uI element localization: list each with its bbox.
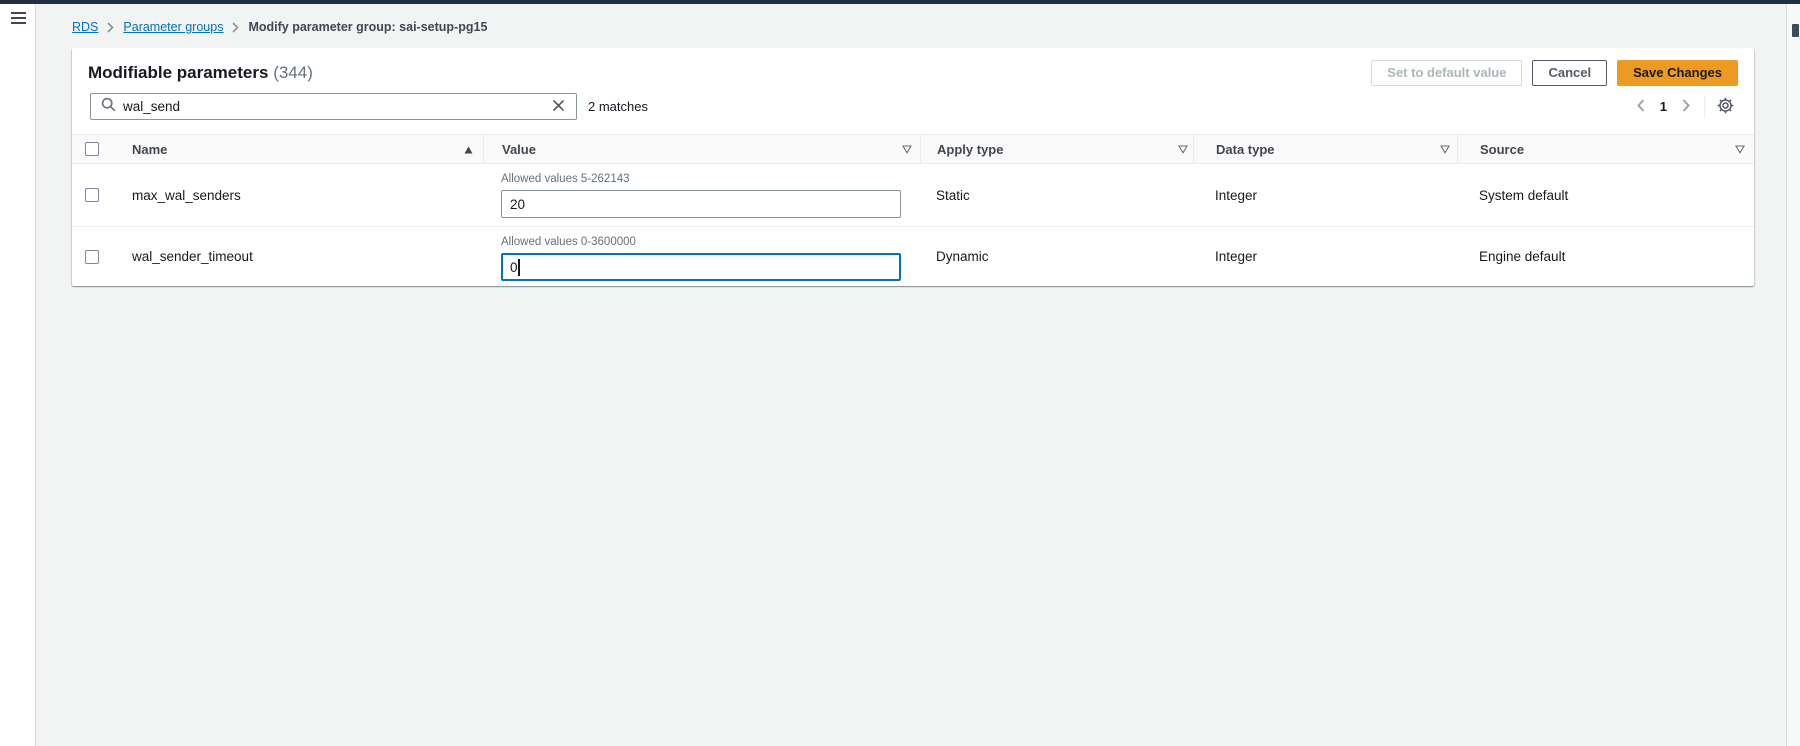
source-cell: Engine default <box>1457 227 1754 286</box>
table-row: max_wal_senders Allowed values 5-262143 … <box>72 164 1754 226</box>
hamburger-icon <box>11 12 26 27</box>
chevron-right-icon <box>1682 99 1690 115</box>
data-type-cell: Integer <box>1193 164 1457 226</box>
save-changes-button[interactable]: Save Changes <box>1617 60 1738 86</box>
source-cell: System default <box>1457 164 1754 226</box>
match-count-label: 2 matches <box>588 99 648 114</box>
top-navigation-bar <box>0 0 1800 4</box>
page-number-button[interactable]: 1 <box>1656 99 1671 114</box>
next-page-button[interactable] <box>1677 96 1695 118</box>
breadcrumb-link-rds[interactable]: RDS <box>72 20 98 34</box>
select-all-checkbox[interactable] <box>85 142 99 156</box>
parameters-table: Name Value Apply type Data type <box>72 134 1754 286</box>
apply-type-cell: Dynamic <box>920 227 1193 286</box>
menu-button[interactable] <box>9 10 27 28</box>
text-cursor <box>518 259 520 276</box>
side-navigation-rail <box>0 4 36 746</box>
pagination: 1 <box>1632 96 1695 118</box>
table-row: wal_sender_timeout Allowed values 0-3600… <box>72 226 1754 286</box>
previous-page-button[interactable] <box>1632 96 1650 118</box>
row-checkbox[interactable] <box>85 188 99 202</box>
parameter-name: wal_sender_timeout <box>117 227 483 286</box>
chevron-right-icon <box>232 22 239 33</box>
parameter-count: (344) <box>273 63 313 82</box>
search-icon <box>101 97 116 117</box>
parameter-value-input[interactable] <box>501 190 901 218</box>
filter-icon[interactable] <box>1178 142 1188 157</box>
filter-icon[interactable] <box>1440 142 1450 157</box>
column-header-apply-type[interactable]: Apply type <box>920 135 1193 163</box>
page-right-gutter <box>1786 4 1800 746</box>
breadcrumb-link-parameter-groups[interactable]: Parameter groups <box>123 20 223 34</box>
gear-icon <box>1717 97 1734 117</box>
clear-search-button[interactable] <box>550 97 567 117</box>
clipped-edge-element <box>1792 24 1799 37</box>
row-checkbox[interactable] <box>85 250 99 264</box>
parameter-value-input-focused[interactable] <box>501 253 901 281</box>
table-header-row: Name Value Apply type Data type <box>72 134 1754 164</box>
chevron-right-icon <box>107 22 114 33</box>
search-input[interactable] <box>123 99 550 114</box>
column-header-name[interactable]: Name <box>117 135 483 163</box>
close-icon <box>552 99 565 115</box>
parameter-name: max_wal_senders <box>117 164 483 226</box>
column-header-value[interactable]: Value <box>483 135 920 163</box>
modifiable-parameters-panel: Modifiable parameters (344) Set to defau… <box>72 48 1754 286</box>
allowed-values-label: Allowed values 0-3600000 <box>501 236 636 251</box>
data-type-cell: Integer <box>1193 227 1457 286</box>
breadcrumb: RDS Parameter groups Modify parameter gr… <box>72 18 487 36</box>
chevron-left-icon <box>1637 99 1645 115</box>
breadcrumb-current-page: Modify parameter group: sai-setup-pg15 <box>248 20 487 34</box>
filter-icon[interactable] <box>1735 142 1745 157</box>
apply-type-cell: Static <box>920 164 1193 226</box>
filter-search-box[interactable] <box>90 93 577 120</box>
page-title: Modifiable parameters (344) <box>88 63 313 83</box>
filter-icon[interactable] <box>902 142 912 157</box>
cancel-button[interactable]: Cancel <box>1532 60 1607 86</box>
allowed-values-label: Allowed values 5-262143 <box>501 173 630 188</box>
column-header-source[interactable]: Source <box>1457 135 1754 163</box>
column-header-data-type[interactable]: Data type <box>1193 135 1457 163</box>
settings-button[interactable] <box>1717 97 1734 117</box>
sort-ascending-icon <box>464 142 473 157</box>
set-to-default-button[interactable]: Set to default value <box>1371 60 1522 86</box>
